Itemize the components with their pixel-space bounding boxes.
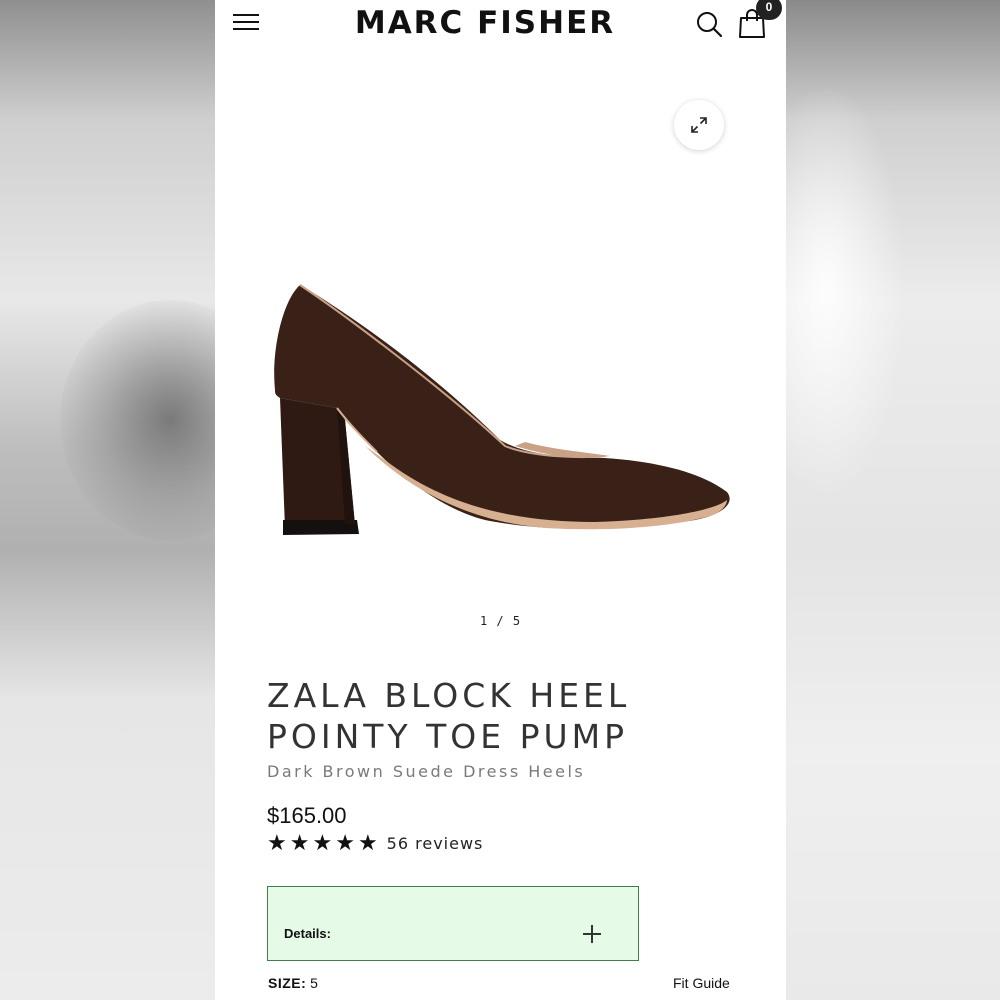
star-icon: ★ bbox=[312, 830, 333, 855]
product-page: MARC FISHER 0 1 / 5 ZALA BLOCK HEEL POIN… bbox=[215, 0, 786, 1000]
image-counter: 1 / 5 bbox=[479, 614, 522, 628]
plus-icon[interactable] bbox=[583, 925, 601, 943]
expand-icon bbox=[691, 117, 707, 133]
star-icon: ★ bbox=[289, 830, 310, 855]
size-selector[interactable]: SIZE: 5 bbox=[268, 975, 318, 991]
background-left bbox=[0, 0, 215, 1000]
product-title: ZALA BLOCK HEEL POINTY TOE PUMP bbox=[267, 675, 737, 757]
size-label: SIZE: bbox=[268, 975, 307, 991]
expand-image-button[interactable] bbox=[674, 100, 724, 150]
star-icon: ★ bbox=[267, 830, 287, 855]
product-image[interactable] bbox=[265, 270, 745, 560]
star-rating: ★ ★ ★ ★ ★ bbox=[267, 832, 381, 854]
background-right bbox=[786, 0, 1000, 1000]
star-icon: ★ bbox=[357, 830, 378, 855]
fit-guide-link[interactable]: Fit Guide bbox=[673, 975, 730, 991]
search-icon[interactable] bbox=[695, 10, 723, 38]
product-title-line2: POINTY TOE PUMP bbox=[267, 717, 628, 756]
product-subtitle: Dark Brown Suede Dress Heels bbox=[267, 762, 586, 781]
brand-logo[interactable]: MARC FISHER bbox=[305, 5, 665, 41]
reviews-link[interactable]: 56 reviews bbox=[387, 834, 484, 853]
details-accordion[interactable]: Details: bbox=[267, 886, 639, 961]
site-header: MARC FISHER 0 bbox=[215, 0, 786, 50]
product-price: $165.00 bbox=[267, 803, 347, 828]
star-icon: ★ bbox=[335, 830, 355, 855]
details-label: Details: bbox=[284, 926, 331, 941]
product-rating[interactable]: ★ ★ ★ ★ ★ 56 reviews bbox=[267, 832, 483, 854]
product-title-line1: ZALA BLOCK HEEL bbox=[267, 676, 631, 715]
size-value: 5 bbox=[310, 975, 318, 991]
cart-count-badge: 0 bbox=[756, 0, 782, 20]
hamburger-menu-icon[interactable] bbox=[233, 14, 259, 34]
